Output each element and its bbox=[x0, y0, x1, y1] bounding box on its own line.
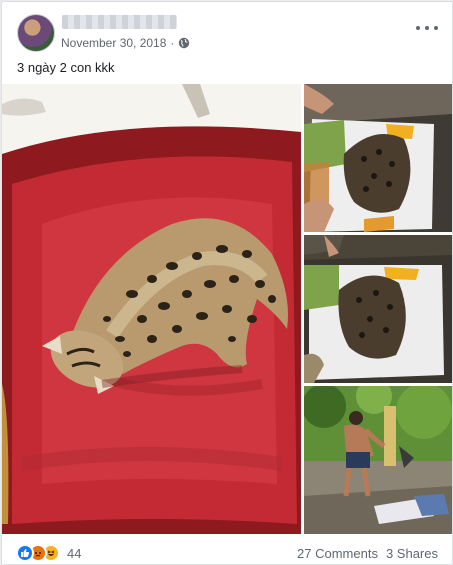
photo-grid bbox=[2, 84, 452, 534]
photo-thumbnail-1[interactable] bbox=[304, 84, 452, 232]
globe-icon bbox=[178, 37, 190, 49]
post-text: 3 ngày 2 con kkk bbox=[17, 60, 115, 75]
author-name-redacted[interactable] bbox=[62, 15, 177, 29]
avatar[interactable] bbox=[17, 14, 55, 52]
reaction-count: 44 bbox=[67, 545, 82, 561]
reactions-summary[interactable]: 44 bbox=[16, 544, 81, 562]
post-footer: 44 27 Comments 3 Shares bbox=[2, 542, 452, 564]
like-icon bbox=[16, 544, 34, 562]
post-meta: November 30, 2018 · bbox=[61, 36, 190, 50]
post-date[interactable]: November 30, 2018 bbox=[61, 36, 166, 50]
facebook-post-card: November 30, 2018 · 3 ngày 2 con kkk 44 … bbox=[1, 1, 453, 565]
photo-thumbnail-3[interactable] bbox=[304, 386, 452, 534]
meta-separator: · bbox=[170, 36, 175, 50]
more-options-icon[interactable] bbox=[416, 22, 438, 34]
photo-thumbnail-2[interactable] bbox=[304, 235, 452, 383]
shares-count-link[interactable]: 3 Shares bbox=[386, 546, 438, 561]
post-stats: 27 Comments 3 Shares bbox=[297, 546, 438, 561]
comments-count-link[interactable]: 27 Comments bbox=[297, 546, 378, 561]
photo-main[interactable] bbox=[2, 84, 301, 534]
